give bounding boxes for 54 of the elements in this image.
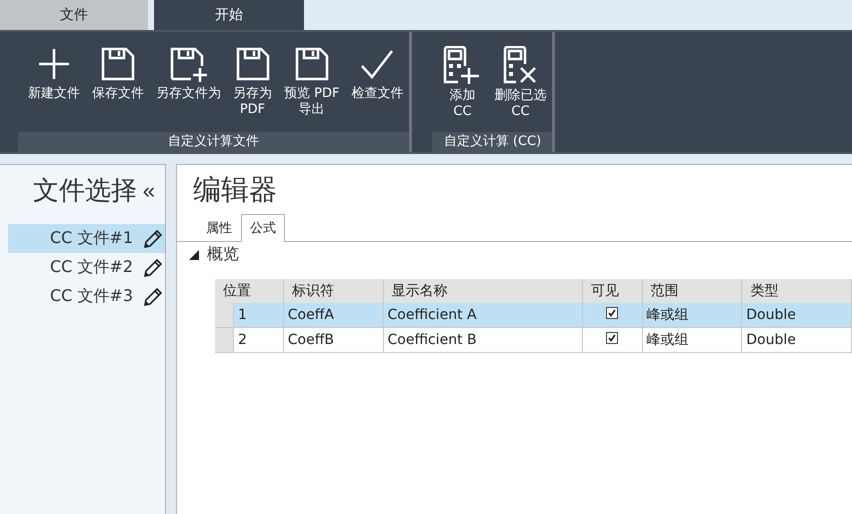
expanded-triangle-icon[interactable] [189,250,199,260]
sidebar-item[interactable]: CC 文件#1 [8,224,165,253]
section-label: 概览 [207,244,239,265]
editor-title: 编辑器 [193,172,278,208]
pencil-icon[interactable] [143,286,163,306]
table-row[interactable]: 2 CoeffB Coefficient B 峰或组 Double [215,328,852,352]
table-cell: 峰或组 [642,303,742,328]
column-header: 显示名称 [383,279,582,303]
file-name: CC 文件#1 [50,228,133,249]
table-row[interactable]: 1 CoeffA Coefficient A 峰或组 Double [215,303,852,328]
save-plus-icon [168,46,208,82]
ribbon-tab[interactable]: 开始 [154,0,304,30]
group-label: 自定义计算文件 [18,132,410,152]
table-cell: Coefficient B [383,328,582,352]
ribbon-button[interactable]: 保存文件 [86,42,150,132]
column-header: 位置 [215,279,284,303]
collapse-button[interactable]: « [142,178,155,204]
table-cell: Coefficient A [383,303,582,328]
ribbon-button[interactable]: 另存为 PDF [227,42,278,132]
save-icon [100,46,136,82]
editor-tab[interactable]: 公式 [241,214,285,242]
table-cell: CoeffA [283,303,383,328]
save-icon [294,46,330,82]
editor-tab[interactable]: 属性 [197,214,241,241]
table-cell: Double [742,328,852,352]
sidebar-item[interactable]: CC 文件#3 [8,282,165,311]
table-cell: CoeffB [283,328,383,352]
table-cell: 1 [233,303,284,328]
pencil-icon[interactable] [143,258,163,278]
table-cell: Double [742,303,852,328]
calculator-delete-icon [502,46,538,84]
ribbon-button[interactable]: 删除已选 CC [488,42,552,132]
ribbon-button[interactable]: 新建文件 [22,42,86,132]
save-icon [234,46,270,82]
ribbon-button[interactable]: 检查文件 [345,42,410,132]
ribbon-button[interactable]: 预览 PDF 导出 [278,42,346,132]
file-name: CC 文件#2 [50,257,133,278]
column-header: 可见 [582,279,642,303]
file-name: CC 文件#3 [50,286,133,307]
ribbon-tab[interactable]: 文件 [0,0,148,30]
column-header: 标识符 [283,279,383,303]
pencil-icon[interactable] [143,228,163,248]
column-header: 类型 [742,279,852,303]
plus-icon [36,46,72,82]
checked-checkbox-icon[interactable] [606,307,618,319]
sidebar-title: 文件选择 [32,175,137,208]
sidebar-item[interactable]: CC 文件#2 [8,253,165,282]
ribbon-button[interactable]: 另存文件为 [150,42,227,132]
column-header: 范围 [642,279,742,303]
table-cell: 2 [233,328,284,352]
checked-checkbox-icon[interactable] [606,332,618,344]
ribbon-button[interactable]: 添加 CC [436,42,488,132]
group-label: 自定义计算 (CC) [432,132,552,152]
table-cell: 峰或组 [642,328,742,352]
